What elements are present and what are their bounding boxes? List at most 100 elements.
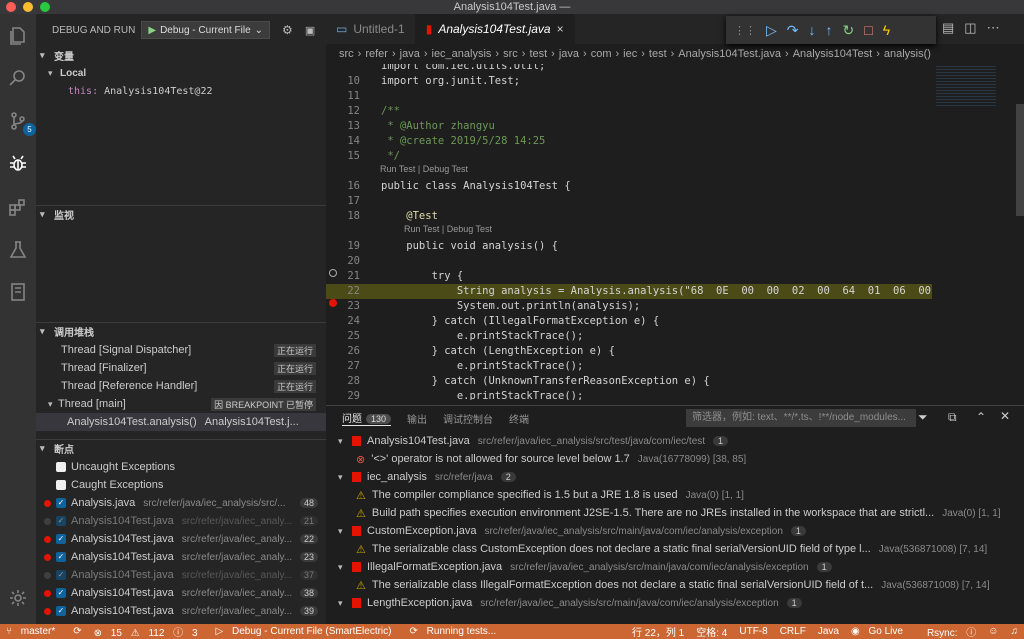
breakpoint-row[interactable]: ✓ Analysis.java src/refer/java/iec_analysi… bbox=[36, 494, 326, 512]
thread-row[interactable]: Thread [Finalizer] 正在运行 bbox=[36, 359, 326, 377]
breadcrumb-item[interactable]: test bbox=[649, 48, 667, 60]
problems-summary[interactable]: ⊗ 15 ⚠ 112 ⓘ 3 bbox=[94, 624, 204, 639]
minimize-window-button[interactable] bbox=[23, 2, 33, 12]
breadcrumb-item[interactable]: src bbox=[339, 48, 354, 60]
breadcrumb-item[interactable]: analysis() bbox=[884, 48, 931, 60]
tab-debug-console[interactable]: 调试控制台 bbox=[443, 411, 493, 426]
search-icon[interactable] bbox=[6, 66, 30, 90]
testing-icon[interactable] bbox=[6, 238, 30, 262]
breadcrumb-item[interactable]: src bbox=[503, 48, 518, 60]
feedback-icon[interactable]: ☺ bbox=[988, 626, 998, 637]
code-line[interactable]: import com.iec.utils.Util; bbox=[326, 64, 932, 74]
breadcrumb-item[interactable]: Analysis104Test.java bbox=[678, 48, 781, 60]
tab-terminal[interactable]: 终端 bbox=[509, 411, 529, 426]
thread-row[interactable]: Thread [Signal Dispatcher] 正在运行 bbox=[36, 341, 326, 359]
problem-message-row[interactable]: ⚠ The compiler compliance specified is 1.… bbox=[326, 486, 1024, 504]
zoom-window-button[interactable] bbox=[40, 2, 50, 12]
breadcrumb-item[interactable]: java bbox=[559, 48, 579, 60]
start-debug-icon[interactable]: ▶ bbox=[148, 25, 156, 36]
indentation[interactable]: 空格: 4 bbox=[696, 624, 727, 639]
problem-file-row[interactable]: ▾ iec_analysis src/refer/java 2 bbox=[326, 468, 1024, 486]
maximize-panel-icon[interactable]: ⌃ bbox=[976, 410, 986, 424]
variable-scope-local[interactable]: ▾ Local bbox=[36, 64, 326, 82]
step-into-icon[interactable]: ↓ bbox=[809, 22, 816, 38]
code-line[interactable]: 22 String analysis = Analysis.analysis("… bbox=[326, 284, 932, 299]
language-mode[interactable]: Java bbox=[818, 626, 839, 637]
problem-file-row[interactable]: ▾ CustomException.java src/refer/java/iec_… bbox=[326, 522, 1024, 540]
problem-file-row[interactable]: ▾ LengthException.java src/refer/java/iec_… bbox=[326, 594, 1024, 612]
breadcrumb-item[interactable]: test bbox=[529, 48, 547, 60]
test-status[interactable]: ⟳ Running tests... bbox=[409, 626, 502, 637]
continue-icon[interactable]: ▷ bbox=[766, 22, 777, 39]
watch-section-header[interactable]: ▾ 监视 bbox=[36, 205, 326, 223]
close-panel-icon[interactable]: ✕ bbox=[1000, 409, 1010, 423]
uncaught-exceptions-checkbox[interactable] bbox=[56, 462, 66, 472]
close-icon[interactable]: × bbox=[557, 22, 564, 36]
problems-filter-input[interactable]: 筛选器，例如: text、**/*.ts、!**/node_modules... bbox=[686, 409, 916, 427]
more-actions-icon[interactable]: ⋯ bbox=[987, 20, 1000, 36]
notifications-icon[interactable]: ♫ bbox=[1011, 626, 1019, 637]
thread-row-main[interactable]: ▾ Thread [main] 因 BREAKPOINT 已暂停 bbox=[36, 395, 326, 413]
restart-icon[interactable]: ↻ bbox=[843, 22, 855, 39]
breakpoint-row[interactable]: ✓ Analysis104Test.java src/refer/java/iec_… bbox=[36, 530, 326, 548]
uncaught-exceptions-row[interactable]: Uncaught Exceptions bbox=[36, 458, 326, 476]
variables-section-header[interactable]: ▾ 变量 bbox=[36, 46, 326, 64]
breadcrumb-item[interactable]: java bbox=[400, 48, 420, 60]
editor-scrollbar[interactable] bbox=[1016, 104, 1024, 216]
encoding[interactable]: UTF-8 bbox=[739, 626, 767, 637]
breakpoint-checkbox[interactable]: ✓ bbox=[56, 570, 66, 580]
breakpoint-checkbox[interactable]: ✓ bbox=[56, 498, 66, 508]
code-line[interactable]: 26 } catch (LengthException e) { bbox=[326, 344, 932, 359]
problem-file-row[interactable]: ▾ IllegalFormatException.java src/refer/ja… bbox=[326, 558, 1024, 576]
code-line[interactable]: 28 } catch (UnknownTransferReasonExcepti… bbox=[326, 374, 932, 389]
hot-code-replace-icon[interactable]: ϟ bbox=[883, 22, 890, 38]
line-ending[interactable]: CRLF bbox=[780, 626, 806, 637]
debug-console-icon[interactable]: ▣ bbox=[305, 24, 315, 37]
gear-icon[interactable] bbox=[6, 586, 30, 610]
stop-icon[interactable]: □ bbox=[864, 22, 872, 38]
branch-item[interactable]: ⑂ master* bbox=[6, 626, 61, 637]
code-line[interactable]: 21 try { bbox=[326, 269, 932, 284]
code-line[interactable]: 27 e.printStackTrace(); bbox=[326, 359, 932, 374]
tab-untitled-1[interactable]: ▭ Untitled-1 bbox=[326, 14, 416, 44]
code-line[interactable]: 18 @Test bbox=[326, 209, 932, 224]
code-line[interactable]: 10 import org.junit.Test; bbox=[326, 74, 932, 89]
notebook-icon[interactable] bbox=[6, 280, 30, 304]
breadcrumb-item[interactable]: iec bbox=[623, 48, 637, 60]
breadcrumb-item[interactable]: Analysis104Test bbox=[793, 48, 873, 60]
code-line[interactable]: 13 * @Author zhangyu bbox=[326, 119, 932, 134]
code-line[interactable]: 14 * @create 2019/5/28 14:25 bbox=[326, 134, 932, 149]
minimap[interactable] bbox=[932, 64, 1024, 400]
caught-exceptions-checkbox[interactable] bbox=[56, 480, 66, 490]
code-line[interactable]: 15 */ bbox=[326, 149, 932, 164]
breakpoint-checkbox[interactable]: ✓ bbox=[56, 606, 66, 616]
step-over-icon[interactable]: ↷ bbox=[787, 22, 799, 39]
cursor-position[interactable]: 行 22，列 1 bbox=[632, 624, 684, 639]
breakpoint-row[interactable]: ✓ Analysis104Test.java src/refer/java/iec_… bbox=[36, 566, 326, 584]
close-window-button[interactable] bbox=[6, 2, 16, 12]
problem-message-row[interactable]: ⚠ The serializable class CustomException … bbox=[326, 540, 1024, 558]
code-line[interactable]: 19 public void analysis() { bbox=[326, 239, 932, 254]
debug-status[interactable]: ▷ Debug - Current File (SmartElectric) bbox=[216, 626, 398, 637]
problem-message-row[interactable]: ⊗ '<>' operator is not allowed for source… bbox=[326, 450, 1024, 468]
problem-message-row[interactable]: ⚠ The serializable class IllegalFormatExc… bbox=[326, 576, 1024, 594]
breadcrumb-item[interactable]: com bbox=[591, 48, 612, 60]
breakpoint-checkbox[interactable]: ✓ bbox=[56, 516, 66, 526]
tab-output[interactable]: 输出 bbox=[407, 411, 427, 426]
breakpoint-checkbox[interactable]: ✓ bbox=[56, 534, 66, 544]
code-line[interactable]: 11 bbox=[326, 89, 932, 104]
tab-analysis104test[interactable]: ▮ Analysis104Test.java × bbox=[415, 14, 575, 44]
go-live[interactable]: ◉ Go Live bbox=[851, 626, 909, 637]
code-line[interactable]: 29 e.printStackTrace(); bbox=[326, 389, 932, 400]
open-changes-icon[interactable]: ▤ bbox=[942, 20, 954, 36]
code-line[interactable]: 16 public class Analysis104Test { bbox=[326, 179, 932, 194]
breakpoints-section-header[interactable]: ▾ 断点 bbox=[36, 439, 326, 457]
sync-icon[interactable]: ⟳ bbox=[73, 626, 81, 637]
settings-icon[interactable]: ⚙ bbox=[282, 23, 293, 37]
code-line[interactable]: 17 bbox=[326, 194, 932, 209]
breakpoint-row[interactable]: ✓ Analysis104Test.java src/refer/java/iec_… bbox=[36, 602, 326, 620]
breakpoint-row[interactable]: ✓ Analysis104Test.java src/refer/java/iec_… bbox=[36, 548, 326, 566]
step-out-icon[interactable]: ↑ bbox=[826, 22, 833, 38]
code-line[interactable]: 25 e.printStackTrace(); bbox=[326, 329, 932, 344]
breakpoint-checkbox[interactable]: ✓ bbox=[56, 588, 66, 598]
